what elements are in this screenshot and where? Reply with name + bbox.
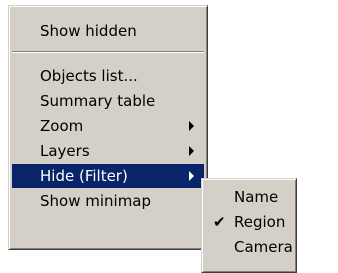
menu-item-label: Layers: [40, 142, 90, 160]
submenu-item-camera[interactable]: Camera: [205, 235, 293, 259]
submenu-item-name[interactable]: Name: [205, 185, 293, 209]
menu-separator: [12, 51, 204, 53]
menu-item-label: Zoom: [40, 117, 84, 135]
chevron-right-icon: [189, 146, 194, 156]
menu-item-summary-table[interactable]: Summary table: [12, 89, 204, 113]
submenu-item-region[interactable]: ✔ Region: [205, 210, 293, 234]
menu-item-label: Name: [234, 188, 279, 206]
hide-filter-submenu: Name ✔ Region Camera: [201, 178, 297, 273]
menu-item-show-minimap[interactable]: Show minimap: [12, 189, 204, 213]
context-menu: Show hidden Objects list... Summary tabl…: [8, 5, 208, 250]
menu-item-label: Summary table: [40, 92, 156, 110]
menu-item-objects-list[interactable]: Objects list...: [12, 64, 204, 88]
check-icon: ✔: [213, 213, 226, 231]
menu-item-label: Region: [234, 213, 286, 231]
menu-item-hide-filter[interactable]: Hide (Filter): [12, 164, 204, 188]
menu-item-label: Show minimap: [40, 192, 152, 210]
chevron-right-icon: [189, 171, 194, 181]
chevron-right-icon: [189, 121, 194, 131]
menu-item-label: Objects list...: [40, 67, 138, 85]
menu-item-zoom[interactable]: Zoom: [12, 114, 204, 138]
menu-item-label: Show hidden: [40, 22, 137, 40]
menu-item-layers[interactable]: Layers: [12, 139, 204, 163]
menu-item-show-hidden[interactable]: Show hidden: [12, 19, 204, 43]
menu-item-label: Camera: [234, 238, 293, 256]
menu-item-label: Hide (Filter): [40, 167, 128, 185]
